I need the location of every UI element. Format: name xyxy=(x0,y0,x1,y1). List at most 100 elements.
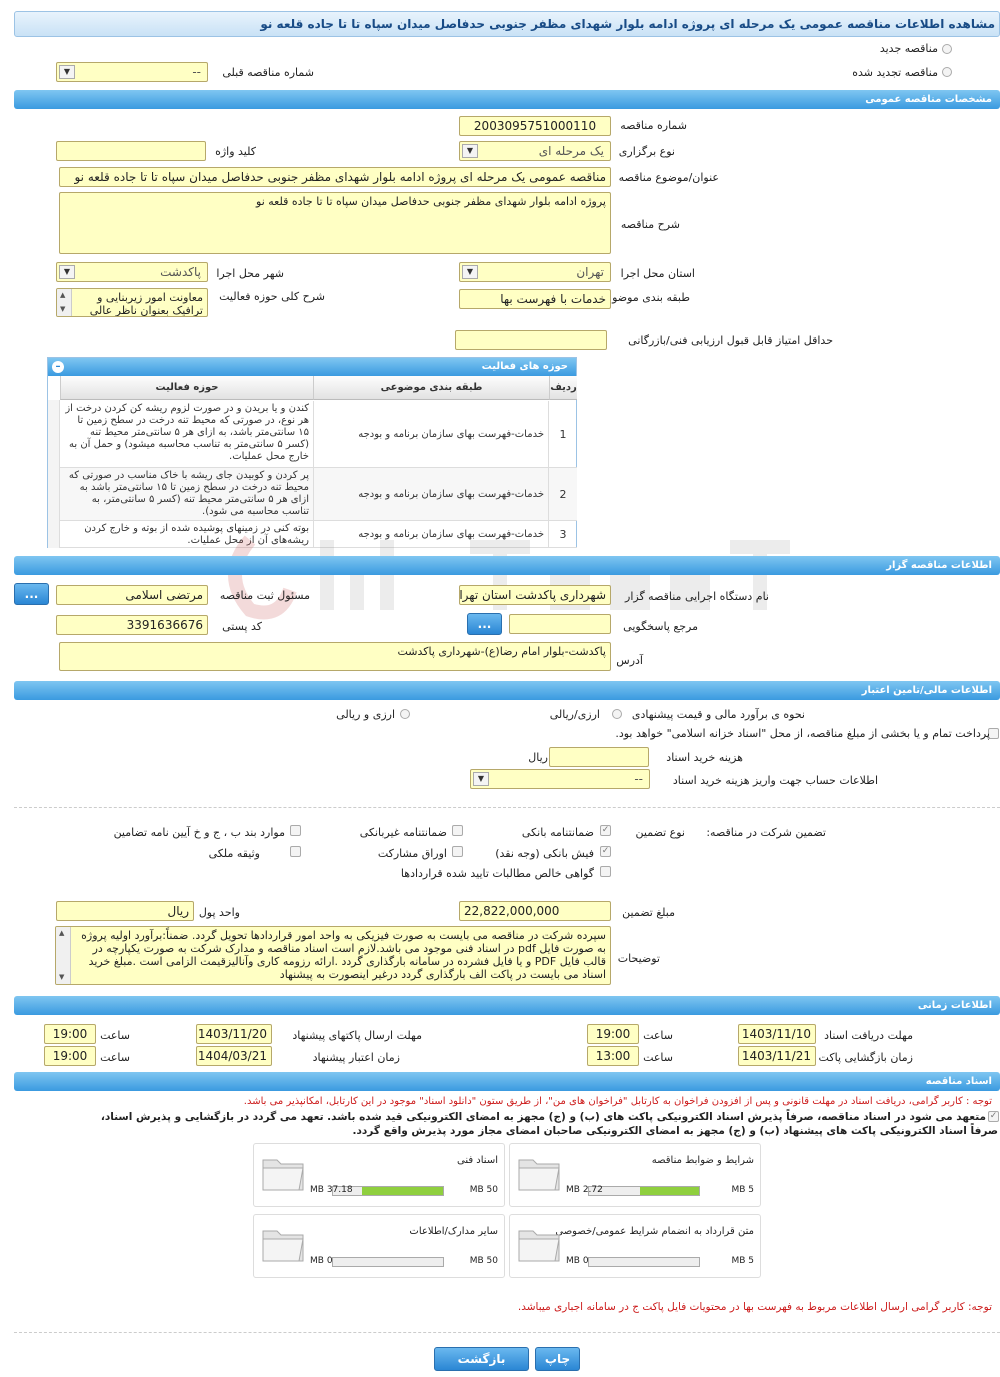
tender-number-label: شماره مناقصه xyxy=(620,119,687,132)
radio-new-label: مناقصه جدید xyxy=(879,42,938,55)
doc-card-used: 0 MB xyxy=(310,1256,333,1266)
postal-field[interactable]: 3391636676 xyxy=(56,615,208,635)
keyword-field[interactable] xyxy=(56,141,206,161)
description-field[interactable]: پروژه ادامه بلوار شهدای مظفر جنوبی حدفاص… xyxy=(59,192,611,254)
divider xyxy=(14,807,1000,808)
activity-panel-title: حوزه های فعالیت xyxy=(481,361,568,372)
clause-items-checkbox[interactable] xyxy=(290,825,301,836)
doc-card[interactable]: اسناد فنی 50 MB 37.18 MB xyxy=(253,1143,505,1207)
doc-card-title: شرایط و ضوابط مناقصه xyxy=(651,1155,754,1166)
notes-label: توضیحات xyxy=(617,952,660,965)
validity-date[interactable]: 1404/03/21 xyxy=(196,1046,272,1066)
nonbank-guarantee-checkbox[interactable] xyxy=(452,825,463,836)
radio-renewed-tender[interactable] xyxy=(942,67,952,77)
row-activity: پر کردن و کوبیدن جای ریشه با خاک مناسب د… xyxy=(68,470,309,517)
prev-tender-select[interactable]: -- ▼ xyxy=(56,62,208,82)
doc-deadline-label: مهلت دریافت اسناد xyxy=(824,1029,913,1042)
commit-text-line2: صرفاً اسناد الکترونیکی پاکت های پیشنهاد … xyxy=(352,1125,998,1137)
doc-deadline-time[interactable]: 19:00 xyxy=(587,1024,639,1044)
send-deadline-date[interactable]: 1403/11/20 xyxy=(196,1024,272,1044)
chevron-down-icon: ▼ xyxy=(462,144,478,158)
province-select[interactable]: تهران ▼ xyxy=(459,262,611,282)
prev-tender-label: شماره مناقصه قبلی xyxy=(222,66,314,79)
doc-card-max: 50 MB xyxy=(469,1256,498,1266)
scrollbar[interactable] xyxy=(57,289,72,316)
property-checkbox[interactable] xyxy=(290,846,301,857)
radio-rial[interactable] xyxy=(612,709,622,719)
registrar-lookup-button[interactable]: ... xyxy=(14,583,49,605)
radio-fx-rial[interactable] xyxy=(400,709,410,719)
send-deadline-time[interactable]: 19:00 xyxy=(44,1024,96,1044)
radio-new-tender[interactable] xyxy=(942,44,952,54)
bank-guarantee-checkbox[interactable]: ✓ xyxy=(600,825,611,836)
responder-field[interactable] xyxy=(509,614,611,634)
open-hour-label: ساعت xyxy=(643,1051,673,1064)
price-list-note: توجه: کاربر گرامی ارسال اطلاعات مربوط به… xyxy=(517,1301,992,1313)
table-row: 1 خدمات-فهرست بهای سازمان برنامه و بودجه… xyxy=(60,401,577,468)
validity-label: زمان اعتبار پیشنهاد xyxy=(312,1051,400,1064)
doc-fee-label: هزینه خرید اسناد xyxy=(666,751,743,764)
send-deadline-hour-label: ساعت xyxy=(100,1029,130,1042)
validity-time[interactable]: 19:00 xyxy=(44,1046,96,1066)
category-field[interactable]: خدمات با فهرست بها xyxy=(459,289,611,309)
open-time[interactable]: 13:00 xyxy=(587,1046,639,1066)
print-button[interactable]: چاپ xyxy=(535,1347,580,1371)
min-score-label: حداقل امتیاز قابل قبول ارزیابی فنی/بازرگ… xyxy=(628,334,833,347)
radio-renewed-label: مناقصه تجدید شده xyxy=(852,66,938,79)
province-label: استان محل اجرا xyxy=(620,267,695,280)
islamic-treasury-label: پرداخت تمام و یا بخشی از مبلغ مناقصه، از… xyxy=(615,727,990,740)
doc-fee-field[interactable] xyxy=(549,747,649,767)
section-general: مشخصات مناقصه عمومی xyxy=(14,90,1000,109)
registrar-field[interactable]: مرتضی اسلامی xyxy=(56,585,208,605)
activity-desc-field[interactable]: معاونت امور زیربنایی و ترافیک بعنوان ناظ… xyxy=(56,288,208,317)
property-label: وثیقه ملکی xyxy=(208,847,260,860)
clause-items-label: موارد بند ب ، ج و خ آیین نامه تضامین xyxy=(113,826,285,839)
city-select[interactable]: پاکدشت ▼ xyxy=(56,262,208,282)
doc-card[interactable]: متن قرارداد به انضمام شرایط عمومی/خصوصی … xyxy=(509,1214,761,1278)
currency-field[interactable]: ریال xyxy=(56,901,194,921)
amount-label: مبلغ تضمین xyxy=(622,906,675,919)
doc-card-title: اسناد فنی xyxy=(457,1155,498,1166)
min-score-field[interactable] xyxy=(455,330,607,350)
doc-card[interactable]: شرایط و ضوابط مناقصه 5 MB 2.72 MB xyxy=(509,1143,761,1207)
doc-fee-unit: ریال xyxy=(528,751,548,764)
doc-deadline-date[interactable]: 1403/11/10 xyxy=(738,1024,816,1044)
guarantee-type-label: نوع تضمین xyxy=(635,826,685,839)
activity-desc-label: شرح کلی حوزه فعالیت xyxy=(219,290,325,303)
bonds-checkbox[interactable] xyxy=(452,846,463,857)
tender-number-field[interactable]: 2003095751000110 xyxy=(459,116,611,136)
org-field[interactable]: شهرداری پاکدشت استان تهران xyxy=(459,585,611,605)
scrollbar[interactable] xyxy=(48,400,60,548)
doc-card-title: متن قرارداد به انضمام شرایط عمومی/خصوصی xyxy=(555,1226,754,1237)
currency-label: واحد پول xyxy=(198,906,240,919)
collapse-icon[interactable]: – xyxy=(52,361,64,373)
back-button[interactable]: بازگشت xyxy=(434,1347,529,1371)
doc-card[interactable]: سایر مدارک/اطلاعات 50 MB 0 MB xyxy=(253,1214,505,1278)
folder-icon xyxy=(518,1159,560,1191)
claims-checkbox[interactable] xyxy=(600,866,611,877)
description-label: شرح مناقصه xyxy=(620,218,680,231)
responder-lookup-button[interactable]: ... xyxy=(467,613,502,635)
doc-card-max: 5 MB xyxy=(731,1185,754,1195)
folder-icon xyxy=(518,1230,560,1262)
address-field[interactable]: پاکدشت-بلوار امام رضا(ع)-شهرداری پاکدشت xyxy=(59,642,611,671)
commit-checkbox[interactable]: ✓ xyxy=(988,1111,999,1122)
docs-note: توجه : کاربر گرامی، دریافت اسناد در مهلت… xyxy=(243,1096,992,1107)
guarantee-label: تضمین شرکت در مناقصه: xyxy=(706,826,826,839)
amount-field[interactable]: 22,822,000,000 xyxy=(459,901,611,921)
chevron-down-icon: ▼ xyxy=(462,265,478,279)
col-header-category: طبقه بندی موضوعی xyxy=(313,376,549,400)
notes-field[interactable]: سپرده شرکت در مناقصه می بایست به صورت فی… xyxy=(55,926,611,985)
nonbank-guarantee-label: ضمانتنامه غیربانکی xyxy=(359,826,447,839)
scrollbar[interactable] xyxy=(56,927,71,984)
open-date[interactable]: 1403/11/21 xyxy=(738,1046,816,1066)
radio-fx-label: ارزی و ریالی xyxy=(336,708,395,721)
tender-type-select[interactable]: یک مرحله ای ▼ xyxy=(459,141,611,161)
city-label: شهر محل اجرا xyxy=(216,267,284,280)
subject-field[interactable]: مناقصه عمومی یک مرحله ای پروژه ادامه بلو… xyxy=(59,167,611,187)
bank-receipt-checkbox[interactable]: ✓ xyxy=(600,846,611,857)
responder-label: مرجع پاسخگویی xyxy=(623,620,698,633)
open-label: زمان بازگشایی پاکت ها xyxy=(805,1051,913,1064)
account-select[interactable]: -- ▼ xyxy=(470,769,650,789)
doc-card-used: 0 MB xyxy=(566,1256,589,1266)
